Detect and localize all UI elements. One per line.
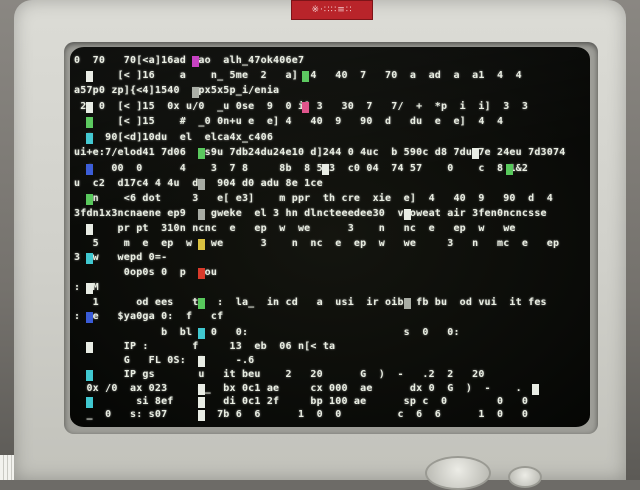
screen-line: _ 0 s: s07 7b 6 6 1 0 0 c 6 6 1 0 0 (74, 409, 529, 420)
screen-line: 0 90[<d]10du el elca4x_c406 (74, 132, 274, 143)
power-button[interactable] (425, 456, 491, 490)
screen-line: G FL 0S: 2 -.6 (74, 355, 255, 366)
glitch-block (86, 164, 93, 175)
glitch-block (86, 342, 93, 353)
crt-screen: 0 70 70[<a]16ad ao alh_47ok406e7 [< ]16 … (70, 47, 590, 427)
screen-line: 0x /0 ax 023 e_ bx 0c1 ae cx 000 ae dx 0… (74, 383, 522, 394)
glitch-block (198, 397, 205, 408)
glitch-block (86, 283, 93, 294)
glitch-block (322, 164, 329, 175)
screen-line: a57p0 zp]{<4]1540 xpx5x5p_i/enia (74, 85, 280, 96)
glitch-block (198, 179, 205, 190)
screen-line: 3fdn1x3ncnaene ep9 n gweke el 3 hn dlnct… (74, 208, 547, 219)
glitch-block (198, 239, 205, 250)
screen-line: 4 00 0 4 3 7 8 8b 8 543 c0 04 74 57 0 c … (74, 163, 529, 174)
screen-line: pr pt 310n ncnc e ep w we 3 n nc e ep w … (74, 223, 516, 234)
glitch-block (198, 268, 205, 279)
glitch-block (198, 298, 205, 309)
glitch-block (472, 148, 479, 159)
screen-line: 0op0s 0 p ou (74, 267, 218, 278)
glitch-block (198, 328, 205, 339)
glitch-block (506, 164, 513, 175)
glitch-block (198, 356, 205, 367)
glitch-block (198, 410, 205, 421)
glitch-block (86, 194, 93, 205)
glitch-block (86, 133, 93, 144)
screen-line: 0 70 70[<a]16ad ao alh_47ok406e7 (74, 55, 305, 66)
screen-line: ui+e:7/elod41 7d06 s9u 7db24du24e10 d]24… (74, 147, 566, 158)
glitch-block (86, 117, 93, 128)
glitch-block (302, 71, 309, 82)
glitch-block (198, 209, 205, 220)
glitch-block (86, 102, 93, 113)
screen-line: 1 od ees t : la_ in cd a usi ir oib fb b… (74, 297, 547, 308)
glitch-block (86, 253, 93, 264)
screen-line: [< ]15 # _0 0n+u e e] 4 40 9 90 d du e e… (74, 116, 504, 127)
screen-line: IP : f 13 eb 06 n[< ta (74, 341, 336, 352)
glitch-block (192, 87, 199, 98)
screen-line: si 8ef di 0c1 2f bp 100 ae sp c 0 0 0 (74, 396, 529, 407)
glitch-block (198, 384, 205, 395)
screen-line: 5 m e ep w we 3 n nc e ep w we 3 n mc e … (74, 238, 560, 249)
monitor-sticker: ※·∷∷≡∷ (291, 0, 373, 20)
glitch-block (404, 209, 411, 220)
screen-line: [< ]16 a n_ 5me 2 a] 4 40 7 70 a ad a a1… (74, 70, 522, 81)
power-indicator (508, 466, 542, 488)
glitch-block (86, 224, 93, 235)
screen-line: IP gs u it beu 2 20 G ) - .2 2 20 (74, 369, 485, 380)
screen-line: : e $ya0ga 0: f cf (74, 311, 224, 322)
glitch-block (192, 56, 199, 67)
glitch-block (86, 312, 93, 323)
screen-line: b bl s 0 0: s 0 0: (74, 327, 460, 338)
glitch-block (86, 397, 93, 408)
screen-line: n <6 dot 3 e[ e3] m ppr th cre xie e] 4 … (74, 193, 553, 204)
glitch-block (86, 71, 93, 82)
glitch-block (86, 370, 93, 381)
glitch-block (404, 298, 411, 309)
glitch-block (302, 102, 309, 113)
glitch-block (198, 148, 205, 159)
glitch-block (532, 384, 539, 395)
